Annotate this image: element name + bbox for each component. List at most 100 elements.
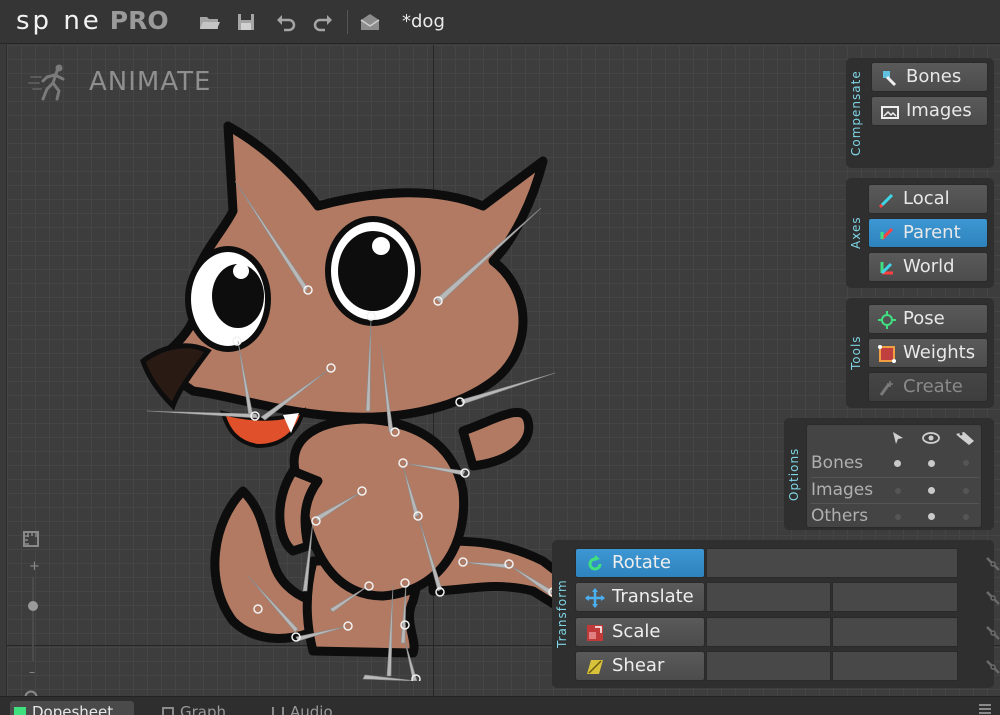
transform-rotate-row: Rotate bbox=[575, 548, 1000, 578]
scale-icon bbox=[587, 625, 603, 641]
axes-parent-button[interactable]: Parent bbox=[868, 218, 988, 248]
rotate-icon bbox=[588, 555, 602, 571]
tab-audio[interactable]: Audio bbox=[268, 701, 358, 715]
select-arrow-icon bbox=[893, 432, 903, 444]
tools-title: Tools bbox=[849, 335, 863, 371]
shear-link-icon[interactable] bbox=[984, 657, 1000, 675]
compensate-images-label: Images bbox=[906, 100, 972, 121]
translate-link-icon[interactable] bbox=[984, 588, 1000, 606]
others-select-toggle[interactable] bbox=[895, 514, 901, 520]
zoom-controls: + – bbox=[21, 529, 47, 715]
compensate-bones-label: Bones bbox=[906, 66, 962, 87]
options-images-label: Images bbox=[811, 480, 874, 500]
eye-icon bbox=[922, 432, 940, 444]
tools-create-button[interactable]: Create bbox=[868, 372, 988, 402]
translate-arrows-icon bbox=[585, 588, 605, 608]
others-names-toggle[interactable] bbox=[963, 514, 969, 520]
bones-names-toggle[interactable] bbox=[963, 460, 969, 466]
running-figure-icon bbox=[28, 64, 65, 101]
translate-x-field[interactable] bbox=[706, 582, 831, 612]
options-others-label: Others bbox=[811, 506, 869, 526]
images-visible-toggle[interactable] bbox=[928, 487, 935, 494]
images-select-toggle[interactable] bbox=[895, 488, 901, 494]
axes-panel: Axes Local Parent World bbox=[846, 178, 994, 288]
pose-crosshair-icon bbox=[878, 311, 896, 329]
weights-icon bbox=[878, 345, 896, 363]
bottom-tab-bar: Dopesheet Graph Audio bbox=[0, 696, 1000, 715]
tag-icon bbox=[956, 432, 974, 445]
audio-waveform-icon bbox=[272, 707, 284, 715]
create-bone-icon bbox=[879, 381, 893, 396]
shear-y-field[interactable] bbox=[832, 651, 958, 681]
scale-label: Scale bbox=[612, 621, 661, 642]
ruler-icon[interactable] bbox=[21, 529, 43, 551]
top-toolbar: sp ne PRO *dog bbox=[0, 0, 1000, 44]
translate-button[interactable]: Translate bbox=[575, 582, 705, 612]
save-icon[interactable] bbox=[235, 11, 257, 33]
rotate-link-icon[interactable] bbox=[984, 554, 1000, 572]
dopesheet-icon bbox=[14, 707, 26, 715]
rotate-value-field[interactable] bbox=[706, 548, 958, 578]
bones-select-toggle[interactable] bbox=[894, 460, 901, 467]
zoom-slider-track[interactable] bbox=[32, 577, 34, 661]
images-names-toggle[interactable] bbox=[963, 488, 969, 494]
shear-label: Shear bbox=[612, 655, 665, 676]
tab-graph[interactable]: Graph bbox=[158, 701, 248, 715]
compensate-panel: Compensate Bones Images bbox=[846, 58, 994, 168]
axes-world-button[interactable]: World bbox=[868, 252, 988, 282]
translate-label: Translate bbox=[612, 586, 694, 607]
shear-button[interactable]: Shear bbox=[575, 651, 705, 681]
compensate-bones-button[interactable]: Bones bbox=[871, 62, 988, 92]
rotate-label: Rotate bbox=[612, 552, 671, 573]
axes-world-label: World bbox=[903, 256, 955, 277]
tab-dopesheet-label: Dopesheet bbox=[32, 703, 114, 715]
tab-dopesheet[interactable]: Dopesheet bbox=[10, 701, 134, 715]
others-visible-toggle[interactable] bbox=[928, 513, 935, 520]
document-title: *dog bbox=[402, 11, 445, 32]
mode-label: ANIMATE bbox=[89, 67, 212, 97]
tab-graph-label: Graph bbox=[180, 703, 227, 715]
graph-icon bbox=[162, 707, 174, 715]
zoom-in-label[interactable]: + bbox=[29, 559, 40, 574]
options-title: Options bbox=[787, 447, 801, 501]
scale-button[interactable]: Scale bbox=[575, 617, 705, 647]
scale-link-icon[interactable] bbox=[984, 623, 1000, 641]
logo-pro: PRO bbox=[109, 6, 169, 35]
tools-weights-label: Weights bbox=[903, 342, 976, 363]
local-axes-icon bbox=[878, 193, 894, 209]
options-panel: Options Bones Images Others bbox=[784, 418, 994, 530]
bones-visible-toggle[interactable] bbox=[928, 460, 935, 467]
folder-open-icon[interactable] bbox=[198, 11, 220, 33]
zoom-out-label[interactable]: – bbox=[29, 665, 35, 679]
envelope-icon[interactable] bbox=[359, 11, 381, 33]
logo-text: sp ne bbox=[16, 6, 102, 36]
tools-pose-button[interactable]: Pose bbox=[868, 304, 988, 334]
tools-pose-label: Pose bbox=[903, 308, 945, 329]
compensate-images-button[interactable]: Images bbox=[871, 96, 988, 126]
axes-local-button[interactable]: Local bbox=[868, 184, 988, 214]
options-row-bones: Bones bbox=[807, 451, 983, 477]
tools-create-label: Create bbox=[903, 376, 963, 397]
menu-icon[interactable] bbox=[978, 703, 992, 715]
undo-icon[interactable] bbox=[275, 11, 297, 33]
options-row-others: Others bbox=[807, 504, 983, 530]
toolbar-separator bbox=[347, 10, 348, 34]
options-bones-label: Bones bbox=[811, 453, 864, 473]
scale-x-field[interactable] bbox=[706, 617, 831, 647]
parent-axes-icon bbox=[880, 227, 894, 241]
transform-translate-row: Translate bbox=[575, 582, 1000, 612]
translate-y-field[interactable] bbox=[832, 582, 958, 612]
axes-local-label: Local bbox=[903, 188, 950, 209]
axes-title: Axes bbox=[849, 216, 863, 250]
tools-weights-button[interactable]: Weights bbox=[868, 338, 988, 368]
shear-x-field[interactable] bbox=[706, 651, 831, 681]
transform-title: Transform bbox=[555, 579, 569, 649]
rotate-button[interactable]: Rotate bbox=[575, 548, 705, 578]
scale-y-field[interactable] bbox=[832, 617, 958, 647]
transform-scale-row: Scale bbox=[575, 617, 1000, 647]
tab-audio-label: Audio bbox=[290, 703, 333, 715]
zoom-slider-handle[interactable] bbox=[28, 601, 38, 611]
redo-icon[interactable] bbox=[312, 11, 334, 33]
dog-character-artwork[interactable] bbox=[133, 121, 603, 681]
tools-panel: Tools Pose Weights Create bbox=[846, 298, 994, 408]
